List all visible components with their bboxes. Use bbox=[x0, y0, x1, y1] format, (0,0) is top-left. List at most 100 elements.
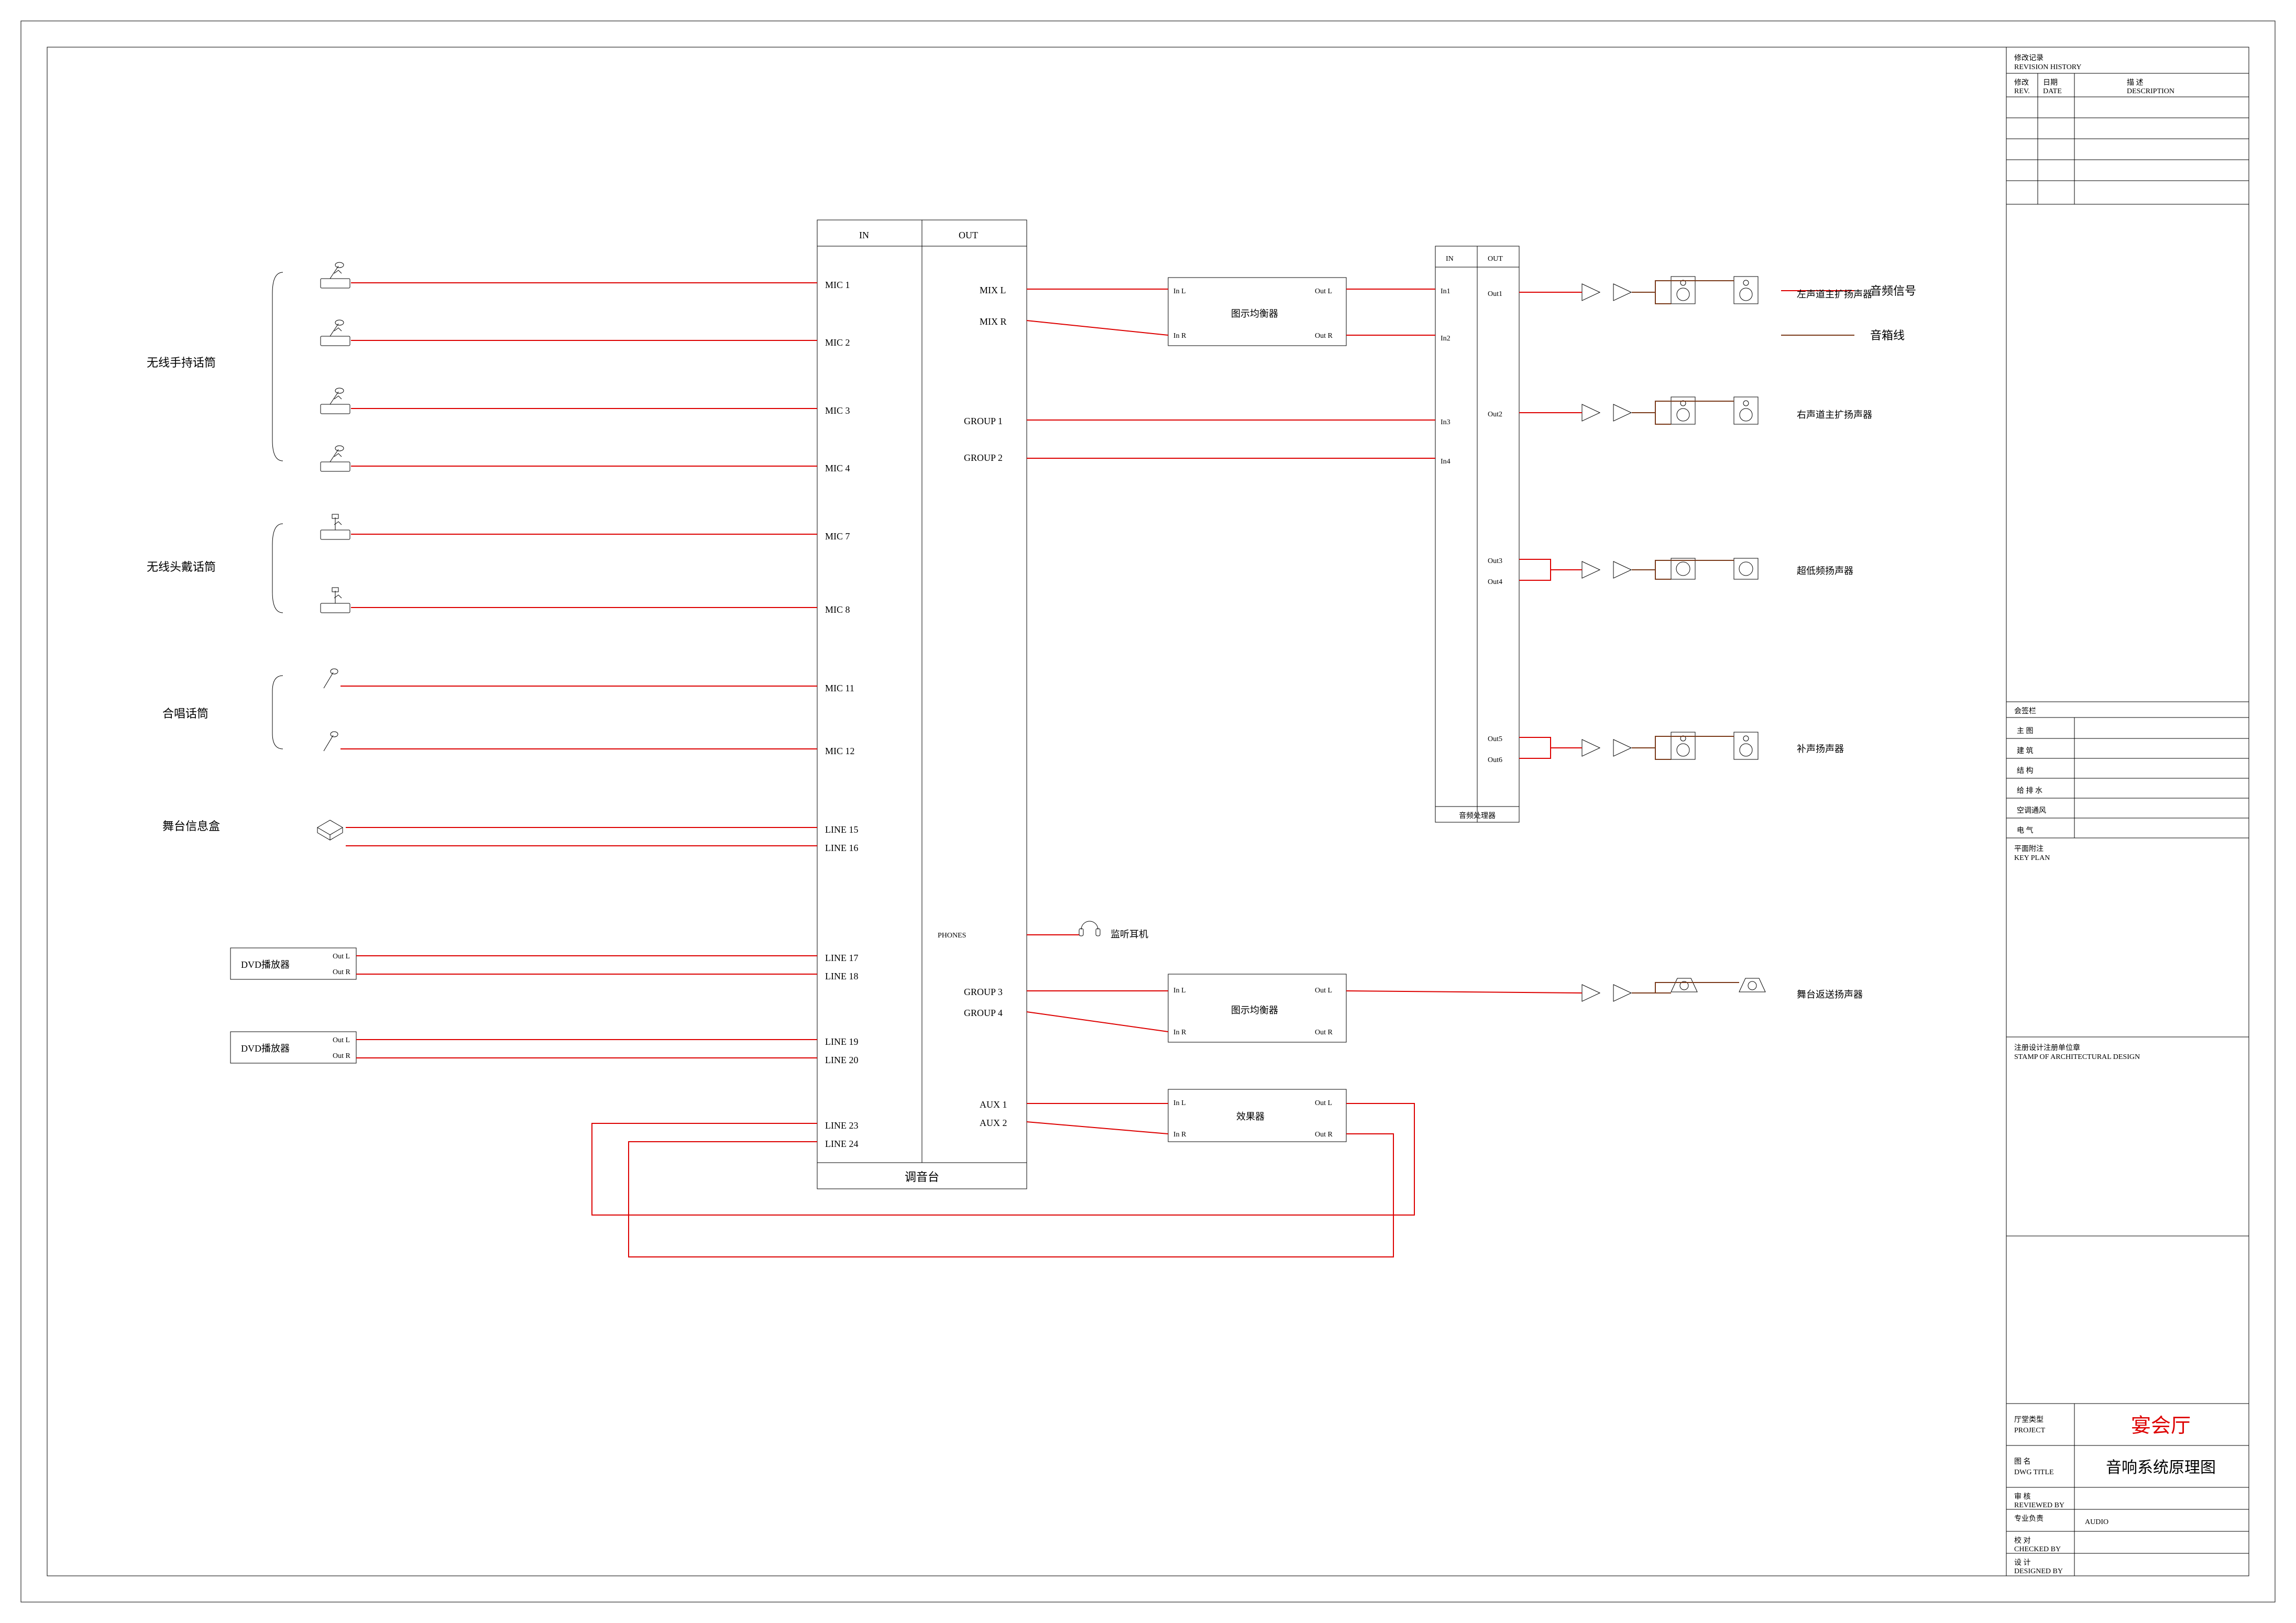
bracket3 bbox=[272, 676, 283, 749]
proc-out2: Out2 bbox=[1488, 411, 1502, 418]
p-grp1: GROUP 1 bbox=[964, 416, 1003, 426]
proc-out4: Out4 bbox=[1488, 578, 1502, 586]
bracket2 bbox=[272, 524, 283, 613]
p-mic1: MIC 1 bbox=[825, 280, 850, 290]
spare-box bbox=[2006, 1236, 2249, 1404]
noteplan-label: 平面附注 bbox=[2014, 845, 2044, 853]
mic-icon bbox=[321, 388, 350, 414]
tb-proj-v: 宴会厅 bbox=[2131, 1415, 2191, 1437]
sign-r5: 空调通风 bbox=[2017, 807, 2046, 815]
tb-proj-en: PROJECT bbox=[2014, 1427, 2046, 1434]
wire-fx-return-R bbox=[629, 1134, 1393, 1257]
tb-dwg-v: 音响系统原理图 bbox=[2106, 1459, 2216, 1476]
dvd1-label: DVD播放器 bbox=[241, 959, 290, 970]
p-mixL: MIX L bbox=[980, 285, 1006, 295]
wire-grp4 bbox=[1027, 1012, 1168, 1032]
wire-mixR bbox=[1027, 321, 1168, 335]
eq2-inL: In L bbox=[1173, 987, 1186, 995]
proc-out-hdr: OUT bbox=[1488, 255, 1503, 263]
sign-r4: 给 排 水 bbox=[2017, 787, 2042, 795]
revision-block: 修改记录 REVISION HISTORY 修改 REV. 日期 DATE 描 … bbox=[2006, 47, 2249, 204]
p-mic3: MIC 3 bbox=[825, 405, 850, 416]
mixer-label: 调音台 bbox=[905, 1171, 939, 1184]
eq2-label: 图示均衡器 bbox=[1231, 1005, 1278, 1015]
p-line23: LINE 23 bbox=[825, 1120, 858, 1131]
dvd1-outL: Out L bbox=[333, 953, 350, 960]
proc-out3: Out3 bbox=[1488, 557, 1502, 565]
proc-in2: In2 bbox=[1441, 335, 1451, 343]
p-mic7: MIC 7 bbox=[825, 531, 850, 542]
title-block: 厅堂类型 PROJECT 宴会厅 图 名 DWG TITLE 音响系统原理图 审… bbox=[2006, 1404, 2249, 1576]
sign-r6: 电 气 bbox=[2017, 826, 2034, 835]
p-line19: LINE 19 bbox=[825, 1036, 858, 1047]
sp-fill bbox=[1632, 736, 1734, 759]
fx-outR: Out R bbox=[1315, 1131, 1333, 1139]
p-mic2: MIC 2 bbox=[825, 337, 850, 348]
dest-mainR: 右声道主扩扬声器 bbox=[1797, 410, 1872, 420]
eq2-outR: Out R bbox=[1315, 1029, 1333, 1036]
proc-in-hdr: IN bbox=[1446, 255, 1454, 263]
wire-aux2 bbox=[1027, 1122, 1168, 1134]
mixer-out-hdr: OUT bbox=[959, 230, 978, 240]
eq2-inR: In R bbox=[1173, 1029, 1187, 1036]
dest-mainL: 左声道主扩扬声器 bbox=[1797, 289, 1872, 300]
p-mic11: MIC 11 bbox=[825, 683, 854, 693]
eq1-inR: In R bbox=[1173, 332, 1187, 340]
stamp-label: 注册设计注册单位章 bbox=[2014, 1043, 2080, 1052]
rev-title: 修改记录 bbox=[2014, 54, 2044, 62]
wire-out5 bbox=[1519, 737, 1582, 748]
p-aux1: AUX 1 bbox=[980, 1099, 1007, 1110]
proc-in1: In1 bbox=[1441, 288, 1451, 295]
eq2-outL: Out L bbox=[1315, 987, 1332, 995]
sign-r3: 结 构 bbox=[2017, 767, 2034, 775]
p-line18: LINE 18 bbox=[825, 971, 858, 981]
p-aux2: AUX 2 bbox=[980, 1118, 1007, 1128]
mixer-in-hdr: IN bbox=[859, 230, 869, 240]
proc-in3: In3 bbox=[1441, 418, 1451, 426]
proc-in4: In4 bbox=[1441, 458, 1451, 466]
eq1-label: 图示均衡器 bbox=[1231, 308, 1278, 319]
dest-mon: 舞台返送扬声器 bbox=[1797, 989, 1863, 1000]
tb-dwg-en: DWG TITLE bbox=[2014, 1469, 2054, 1476]
p-line17: LINE 17 bbox=[825, 953, 858, 963]
stamp-en: STAMP OF ARCHITECTURAL DESIGN bbox=[2014, 1053, 2140, 1061]
tb-rev-k: 审 核 bbox=[2014, 1493, 2031, 1501]
outer-frame bbox=[21, 21, 2275, 1602]
headmic-icon bbox=[321, 588, 350, 613]
proc-out5: Out5 bbox=[1488, 735, 1502, 743]
p-mixR: MIX R bbox=[980, 316, 1007, 327]
p-mic8: MIC 8 bbox=[825, 604, 850, 615]
p-mic4: MIC 4 bbox=[825, 463, 850, 473]
bracket1 bbox=[272, 272, 283, 461]
sp-sub bbox=[1632, 560, 1734, 579]
rev-c3b: DESCRIPTION bbox=[2127, 87, 2174, 95]
tb-dwg-k: 图 名 bbox=[2014, 1458, 2031, 1466]
eq1-outR: Out R bbox=[1315, 332, 1333, 340]
sp-out1 bbox=[1632, 281, 1734, 304]
mic-icon bbox=[321, 320, 350, 346]
drawing-canvas: 修改记录 REVISION HISTORY 修改 REV. 日期 DATE 描 … bbox=[0, 0, 2296, 1623]
dvd1-outR: Out R bbox=[333, 968, 351, 976]
tb-prof-k: 专业负责 bbox=[2014, 1515, 2044, 1523]
proc-block: IN OUT 音频处理器 bbox=[1435, 246, 1519, 822]
noteplan-en: KEY PLAN bbox=[2014, 854, 2050, 862]
p-grp2: GROUP 2 bbox=[964, 452, 1003, 463]
proc-out1: Out1 bbox=[1488, 290, 1502, 298]
rev-c3: 描 述 bbox=[2127, 79, 2144, 87]
fx-label: 效果器 bbox=[1236, 1111, 1265, 1122]
proc-out6: Out6 bbox=[1488, 756, 1502, 764]
tb-des-k: 设 计 bbox=[2014, 1559, 2031, 1567]
mic-icon bbox=[321, 262, 350, 288]
rev-title-en: REVISION HISTORY bbox=[2014, 63, 2081, 71]
src-wirelesshand-label: 无线手持话筒 bbox=[147, 356, 216, 369]
p-line16: LINE 16 bbox=[825, 843, 858, 853]
dvd2-outL: Out L bbox=[333, 1036, 350, 1044]
src-stagebox-label: 舞台信息盒 bbox=[162, 820, 220, 833]
chain-sub bbox=[1582, 558, 1758, 579]
note-plan-box: 平面附注 KEY PLAN bbox=[2006, 838, 2249, 1037]
fx-outL: Out L bbox=[1315, 1099, 1332, 1107]
dest-fill: 补声扬声器 bbox=[1797, 744, 1844, 754]
p-line20: LINE 20 bbox=[825, 1055, 858, 1065]
mic-icon bbox=[321, 446, 350, 471]
dvd2-label: DVD播放器 bbox=[241, 1043, 290, 1054]
